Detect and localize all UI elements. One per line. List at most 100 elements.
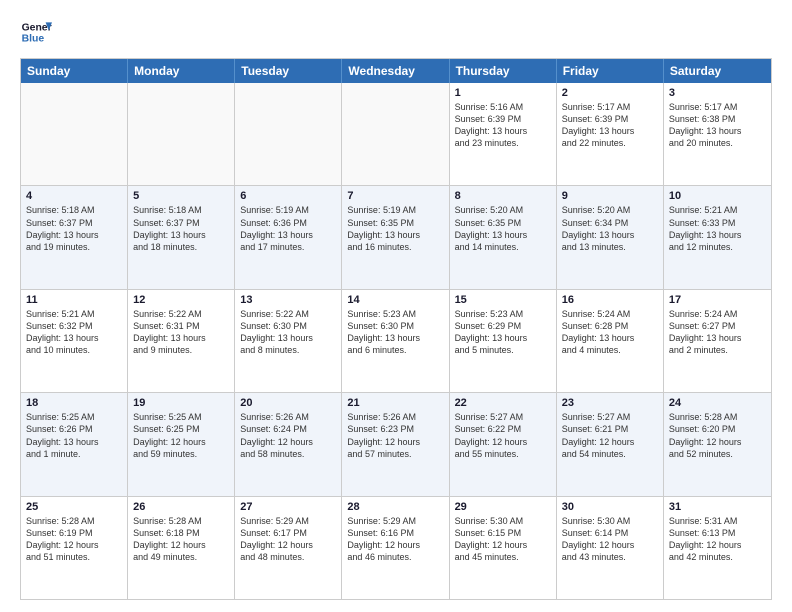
calendar-cell: 8 Sunrise: 5:20 AM Sunset: 6:35 PM Daylig… [450,186,557,288]
weekday-header: Tuesday [235,59,342,83]
cell-info: Sunrise: 5:21 AM Sunset: 6:32 PM Dayligh… [26,308,122,357]
weekday-header: Monday [128,59,235,83]
day-number: 24 [669,397,766,409]
calendar-cell: 22 Sunrise: 5:27 AM Sunset: 6:22 PM Dayli… [450,393,557,495]
calendar-cell [21,83,128,185]
calendar-cell: 31 Sunrise: 5:31 AM Sunset: 6:13 PM Dayli… [664,497,771,599]
logo-icon: General Blue [20,16,52,48]
day-number: 28 [347,501,443,513]
weekday-header: Sunday [21,59,128,83]
cell-info: Sunrise: 5:30 AM Sunset: 6:14 PM Dayligh… [562,515,658,564]
cell-info: Sunrise: 5:17 AM Sunset: 6:39 PM Dayligh… [562,101,658,150]
calendar-cell: 5 Sunrise: 5:18 AM Sunset: 6:37 PM Daylig… [128,186,235,288]
calendar-cell: 27Sunrise: 5:29 AM Sunset: 6:17 PM Dayli… [235,497,342,599]
cell-info: Sunrise: 5:30 AM Sunset: 6:15 PM Dayligh… [455,515,551,564]
day-number: 7 [347,190,443,202]
day-number: 17 [669,294,766,306]
calendar-cell: 21Sunrise: 5:26 AM Sunset: 6:23 PM Dayli… [342,393,449,495]
cell-info: Sunrise: 5:27 AM Sunset: 6:22 PM Dayligh… [455,411,551,460]
cell-info: Sunrise: 5:28 AM Sunset: 6:19 PM Dayligh… [26,515,122,564]
svg-text:Blue: Blue [22,34,45,45]
calendar-cell: 13Sunrise: 5:22 AM Sunset: 6:30 PM Dayli… [235,290,342,392]
day-number: 20 [240,397,336,409]
calendar-cell: 25 Sunrise: 5:28 AM Sunset: 6:19 PM Dayli… [21,497,128,599]
day-number: 11 [26,294,122,306]
day-number: 29 [455,501,551,513]
cell-info: Sunrise: 5:28 AM Sunset: 6:20 PM Dayligh… [669,411,766,460]
cell-info: Sunrise: 5:29 AM Sunset: 6:16 PM Dayligh… [347,515,443,564]
calendar-row: 11 Sunrise: 5:21 AM Sunset: 6:32 PM Dayli… [21,289,771,392]
calendar-cell: 11 Sunrise: 5:21 AM Sunset: 6:32 PM Dayli… [21,290,128,392]
page: General Blue SundayMondayTuesdayWednesda… [0,0,792,612]
weekday-header: Thursday [450,59,557,83]
cell-info: Sunrise: 5:22 AM Sunset: 6:30 PM Dayligh… [240,308,336,357]
calendar-cell: 3 Sunrise: 5:17 AM Sunset: 6:38 PM Daylig… [664,83,771,185]
calendar-cell: 17 Sunrise: 5:24 AM Sunset: 6:27 PM Dayli… [664,290,771,392]
calendar-cell: 29 Sunrise: 5:30 AM Sunset: 6:15 PM Dayli… [450,497,557,599]
calendar-cell: 30 Sunrise: 5:30 AM Sunset: 6:14 PM Dayli… [557,497,664,599]
day-number: 30 [562,501,658,513]
cell-info: Sunrise: 5:24 AM Sunset: 6:27 PM Dayligh… [669,308,766,357]
calendar-row: 25 Sunrise: 5:28 AM Sunset: 6:19 PM Dayli… [21,496,771,599]
cell-info: Sunrise: 5:23 AM Sunset: 6:29 PM Dayligh… [455,308,551,357]
calendar-row: 4Sunrise: 5:18 AM Sunset: 6:37 PM Daylig… [21,185,771,288]
weekday-header: Saturday [664,59,771,83]
calendar-cell: 2 Sunrise: 5:17 AM Sunset: 6:39 PM Daylig… [557,83,664,185]
day-number: 8 [455,190,551,202]
day-number: 10 [669,190,766,202]
day-number: 18 [26,397,122,409]
cell-info: Sunrise: 5:26 AM Sunset: 6:24 PM Dayligh… [240,411,336,460]
day-number: 6 [240,190,336,202]
cell-info: Sunrise: 5:20 AM Sunset: 6:35 PM Dayligh… [455,204,551,253]
day-number: 22 [455,397,551,409]
cell-info: Sunrise: 5:18 AM Sunset: 6:37 PM Dayligh… [133,204,229,253]
cell-info: Sunrise: 5:17 AM Sunset: 6:38 PM Dayligh… [669,101,766,150]
calendar-cell: 23Sunrise: 5:27 AM Sunset: 6:21 PM Dayli… [557,393,664,495]
cell-info: Sunrise: 5:27 AM Sunset: 6:21 PM Dayligh… [562,411,658,460]
day-number: 19 [133,397,229,409]
cell-info: Sunrise: 5:28 AM Sunset: 6:18 PM Dayligh… [133,515,229,564]
calendar-cell: 16 Sunrise: 5:24 AM Sunset: 6:28 PM Dayli… [557,290,664,392]
weekday-header: Wednesday [342,59,449,83]
calendar-cell [128,83,235,185]
calendar-cell: 28 Sunrise: 5:29 AM Sunset: 6:16 PM Dayli… [342,497,449,599]
header: General Blue [20,16,772,48]
day-number: 31 [669,501,766,513]
calendar-cell: 6 Sunrise: 5:19 AM Sunset: 6:36 PM Daylig… [235,186,342,288]
calendar-cell: 4Sunrise: 5:18 AM Sunset: 6:37 PM Daylig… [21,186,128,288]
calendar-cell: 14 Sunrise: 5:23 AM Sunset: 6:30 PM Dayli… [342,290,449,392]
calendar-cell: 26Sunrise: 5:28 AM Sunset: 6:18 PM Dayli… [128,497,235,599]
cell-info: Sunrise: 5:24 AM Sunset: 6:28 PM Dayligh… [562,308,658,357]
day-number: 15 [455,294,551,306]
day-number: 14 [347,294,443,306]
cell-info: Sunrise: 5:19 AM Sunset: 6:36 PM Dayligh… [240,204,336,253]
calendar-cell: 10 Sunrise: 5:21 AM Sunset: 6:33 PM Dayli… [664,186,771,288]
calendar-cell: 19 Sunrise: 5:25 AM Sunset: 6:25 PM Dayli… [128,393,235,495]
cell-info: Sunrise: 5:31 AM Sunset: 6:13 PM Dayligh… [669,515,766,564]
day-number: 2 [562,87,658,99]
day-number: 3 [669,87,766,99]
cell-info: Sunrise: 5:21 AM Sunset: 6:33 PM Dayligh… [669,204,766,253]
cell-info: Sunrise: 5:23 AM Sunset: 6:30 PM Dayligh… [347,308,443,357]
calendar-body: 1Sunrise: 5:16 AM Sunset: 6:39 PM Daylig… [21,83,771,599]
calendar-cell: 9 Sunrise: 5:20 AM Sunset: 6:34 PM Daylig… [557,186,664,288]
logo: General Blue [20,16,52,48]
cell-info: Sunrise: 5:20 AM Sunset: 6:34 PM Dayligh… [562,204,658,253]
weekday-header: Friday [557,59,664,83]
calendar-cell: 15 Sunrise: 5:23 AM Sunset: 6:29 PM Dayli… [450,290,557,392]
calendar-cell [235,83,342,185]
calendar-cell: 12Sunrise: 5:22 AM Sunset: 6:31 PM Dayli… [128,290,235,392]
cell-info: Sunrise: 5:25 AM Sunset: 6:26 PM Dayligh… [26,411,122,460]
day-number: 25 [26,501,122,513]
day-number: 1 [455,87,551,99]
calendar: SundayMondayTuesdayWednesdayThursdayFrid… [20,58,772,600]
calendar-header: SundayMondayTuesdayWednesdayThursdayFrid… [21,59,771,83]
calendar-cell: 24 Sunrise: 5:28 AM Sunset: 6:20 PM Dayli… [664,393,771,495]
cell-info: Sunrise: 5:26 AM Sunset: 6:23 PM Dayligh… [347,411,443,460]
cell-info: Sunrise: 5:25 AM Sunset: 6:25 PM Dayligh… [133,411,229,460]
calendar-row: 1Sunrise: 5:16 AM Sunset: 6:39 PM Daylig… [21,83,771,185]
day-number: 27 [240,501,336,513]
day-number: 16 [562,294,658,306]
day-number: 5 [133,190,229,202]
day-number: 9 [562,190,658,202]
